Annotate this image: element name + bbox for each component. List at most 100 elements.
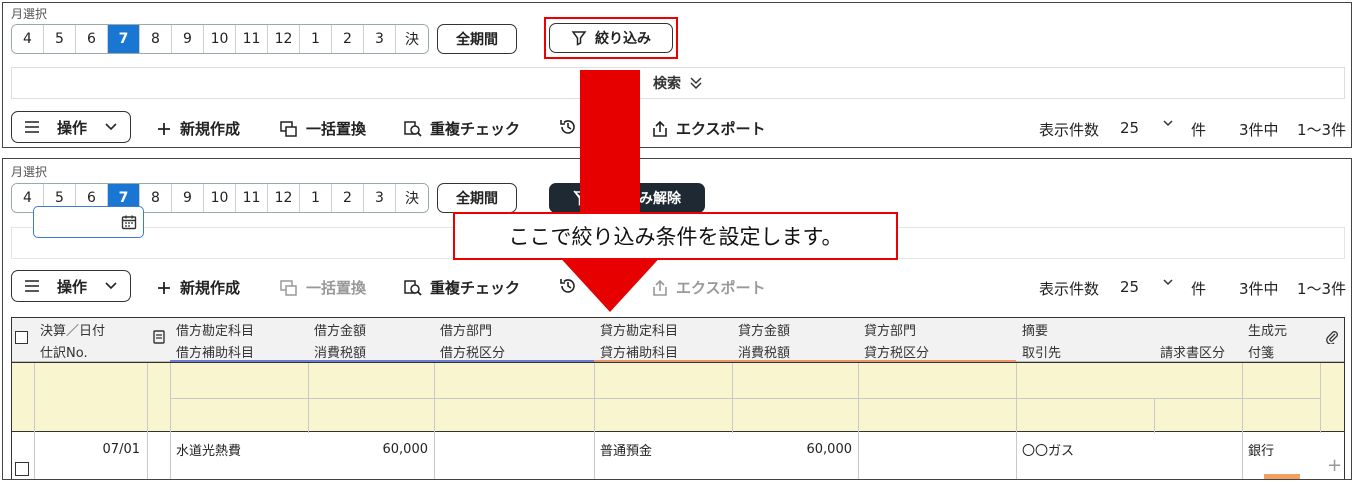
row-source: 銀行 [1248,443,1275,459]
row-summary: 〇〇ガス [1022,443,1075,459]
col-debit-taxclass: 借方税区分 [440,345,506,361]
chevron-down-icon [104,281,118,291]
month-button[interactable]: 3 [364,184,396,212]
table-header-row-1: 決算／日付 借方勘定科目 借方金額 借方部門 貸方勘定科目 貸方金額 貸方部門 … [12,318,1344,340]
count-unit: 件 [1191,121,1207,139]
duplicate-check-button[interactable]: 重複チェック [404,277,520,298]
col-credit-amount: 貸方金額 [738,323,791,339]
month-button[interactable]: 3 [364,25,396,53]
month-button[interactable]: 11 [236,184,268,212]
result-count: 3件中 [1239,121,1279,139]
month-button[interactable]: 決 [396,184,428,212]
col-date: 決算／日付 [40,323,106,339]
display-count-value[interactable]: 25 [1120,119,1139,137]
new-label: 新規作成 [180,279,241,297]
date-filter-input[interactable] [33,206,144,238]
col-credit-tax: 消費税額 [738,345,791,361]
bulk-replace-button[interactable]: 一括置換 [280,118,366,139]
row-checkbox[interactable] [15,462,29,476]
new-button[interactable]: 新規作成 [156,277,240,298]
month-button[interactable]: 6 [76,25,108,53]
callout-note: ここで絞り込み条件を設定します。 [453,212,898,260]
month-button[interactable]: 4 [12,25,44,53]
month-button[interactable]: 9 [172,184,204,212]
month-button[interactable]: 1 [300,184,332,212]
display-count-value[interactable]: 25 [1120,278,1139,296]
panel-before: 月選択 4 5 6 7 8 9 10 11 12 1 2 3 決 全期間 絞り込み 検索 操作 新規作成… [2,2,1352,148]
display-count-label: 表示件数 [1039,121,1100,139]
select-all-checkbox[interactable] [15,331,28,344]
memo-icon [153,330,165,344]
operations-menu-button[interactable]: 操作 [11,111,131,143]
col-summary: 摘要 [1022,323,1049,339]
duplicate-check-button[interactable]: 重複チェック [404,118,520,139]
month-select-label: 月選択 [11,165,48,179]
menu-icon [24,279,40,293]
month-button[interactable]: 9 [172,25,204,53]
col-credit-dept: 貸方部門 [864,323,917,339]
result-count: 3件中 [1239,280,1279,298]
new-label: 新規作成 [180,120,241,138]
bulk-replace-button[interactable]: 一括置換 [280,277,366,298]
month-button[interactable]: 1 [300,25,332,53]
attachment-icon [1325,330,1339,344]
col-partner: 取引先 [1022,345,1062,361]
row-debit-account: 水道光熱費 [176,443,242,459]
month-button[interactable]: 12 [268,184,300,212]
month-selector: 4 5 6 7 8 9 10 11 12 1 2 3 決 [11,24,429,54]
col-credit-sub: 貸方補助科目 [600,345,679,361]
month-button[interactable]: 5 [44,25,76,53]
col-credit-taxclass: 貸方税区分 [864,345,930,361]
journal-table: 決算／日付 借方勘定科目 借方金額 借方部門 貸方勘定科目 貸方金額 貸方部門 … [11,317,1345,479]
search-bar[interactable]: 検索 [11,67,1345,99]
export-label: エクスポート [676,279,766,297]
col-debit-sub: 借方補助科目 [176,345,255,361]
month-button[interactable]: 8 [140,184,172,212]
duplicate-check-label: 重複チェック [430,279,521,297]
chevron-down-icon[interactable] [1161,275,1175,289]
col-debit-tax: 消費税額 [314,345,367,361]
col-invoice-type: 請求書区分 [1160,345,1226,361]
month-button[interactable]: 7 [108,25,140,53]
month-button[interactable]: 2 [332,25,364,53]
display-count-label: 表示件数 [1039,280,1100,298]
calendar-icon[interactable] [121,214,137,230]
month-button[interactable]: 12 [268,25,300,53]
plus-icon [156,121,172,137]
export-label: エクスポート [676,120,766,138]
month-button[interactable]: 10 [204,25,236,53]
duplicate-search-icon [404,120,422,137]
filter-icon [571,30,587,46]
filter-button[interactable]: 絞り込み [549,23,673,53]
export-button[interactable]: エクスポート [652,277,766,298]
all-period-button[interactable]: 全期間 [437,183,517,213]
col-credit-account: 貸方勘定科目 [600,323,679,339]
menu-icon [24,120,40,134]
export-button[interactable]: エクスポート [652,118,766,139]
add-row-icon[interactable]: + [1327,455,1342,476]
operations-menu-button[interactable]: 操作 [11,270,131,302]
month-button[interactable]: 11 [236,25,268,53]
row-date: 07/01 [102,441,140,457]
panel-after: 月選択 456789101112123決 全期間 絞り込み解除 検索 操作 新規… [2,158,1352,480]
count-unit: 件 [1191,280,1207,298]
col-debit-dept: 借方部門 [440,323,493,339]
month-button[interactable]: 8 [140,25,172,53]
row-credit-amount: 60,000 [806,441,853,457]
new-button[interactable]: 新規作成 [156,118,240,139]
sticky-note-tag [1264,474,1300,479]
transition-arrow [555,70,665,312]
row-debit-amount: 60,000 [382,441,429,457]
all-period-button[interactable]: 全期間 [437,24,517,54]
month-button[interactable]: 決 [396,25,428,53]
col-debit-account: 借方勘定科目 [176,323,255,339]
bulk-replace-label: 一括置換 [306,120,367,138]
filter-row[interactable] [12,362,1344,433]
operations-label: 操作 [56,277,87,296]
chevron-down-icon [104,122,118,132]
month-button[interactable]: 2 [332,184,364,212]
col-sticky: 付箋 [1248,345,1275,361]
month-button[interactable]: 10 [204,184,236,212]
col-source: 生成元 [1248,323,1288,339]
chevron-down-icon[interactable] [1161,116,1175,130]
